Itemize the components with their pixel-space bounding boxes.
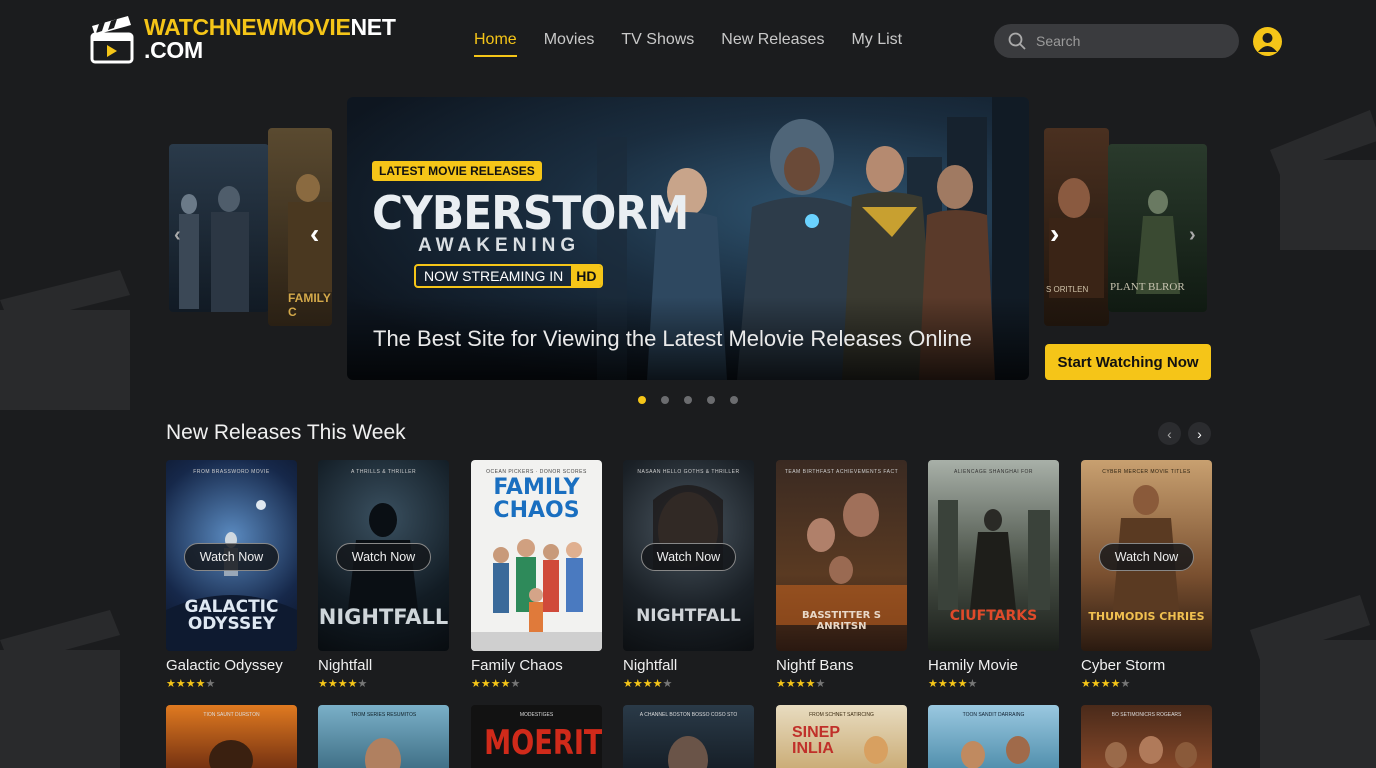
section-title: New Releases This Week [166, 421, 406, 444]
site-logo[interactable]: WATCHNEWMOVIENET .COM [90, 14, 396, 64]
movie-poster[interactable]: MODESTIGES MOERITH [471, 705, 602, 768]
user-avatar[interactable] [1253, 27, 1282, 56]
poster-credit: MODESTIGES [519, 712, 554, 718]
carousel-dot-2[interactable] [661, 396, 669, 404]
hd-label: HD [571, 266, 602, 286]
section-next-button[interactable]: › [1188, 422, 1211, 445]
start-watching-button[interactable]: Start Watching Now [1045, 344, 1211, 380]
rating-stars: ★★★★★ [1081, 678, 1131, 690]
nav-tv-shows[interactable]: TV Shows [621, 31, 694, 57]
watch-now-button[interactable]: Watch Now [184, 543, 279, 571]
nav-movies[interactable]: Movies [544, 31, 595, 57]
hero-title: CYBERSTORM [372, 186, 689, 240]
chevron-left-small-icon[interactable]: ‹ [174, 224, 181, 247]
nav-new-releases[interactable]: New Releases [721, 31, 824, 57]
movie-card[interactable]: A THRILLS & THRILLER NIGHTFALL Watch Now… [318, 460, 449, 690]
carousel-dot-4[interactable] [707, 396, 715, 404]
rating-stars: ★★★★★ [471, 678, 521, 690]
clapper-decoration-icon [1250, 595, 1376, 768]
search-input[interactable] [1036, 33, 1216, 49]
nav-my-list[interactable]: My List [851, 31, 902, 57]
hero-next-arrow-icon[interactable]: › [1050, 218, 1059, 250]
main-nav: Home Movies TV Shows New Releases My Lis… [474, 31, 902, 57]
movie-poster[interactable]: TION SAUNT DURSTON [166, 705, 297, 768]
carousel-dot-3[interactable] [684, 396, 692, 404]
latest-releases-badge: LATEST MOVIE RELEASES [372, 161, 542, 181]
movie-title: Cyber Storm [1081, 657, 1166, 674]
movie-card[interactable]: FROM BRASSWORD MOVIE GALACTIC ODYSSEY Wa… [166, 460, 297, 690]
poster-title: CIUFTARKS [949, 608, 1038, 624]
movie-title: Nightfall [623, 657, 678, 674]
movie-card[interactable]: OCEAN PICKERS · DONOR SCORES FAMILY CHAO… [471, 460, 602, 690]
movie-title: Family Chaos [471, 657, 563, 674]
carousel-dot-5[interactable] [730, 396, 738, 404]
rating-stars: ★★★★★ [928, 678, 978, 690]
movie-poster[interactable]: FROM BRASSWORD MOVIE GALACTIC ODYSSEY Wa… [166, 460, 297, 651]
top-bar: WATCHNEWMOVIENET .COM Home Movies TV Sho… [0, 0, 1376, 82]
poster-title: NIGHTFALL [318, 605, 449, 629]
side-poster-title: FAMILY C [288, 291, 331, 319]
movie-poster[interactable]: ALIENCAGE SHANGHAI FOR CIUFTARKS [928, 460, 1059, 651]
poster-title: MOERITH [484, 723, 602, 763]
streaming-hd-badge: NOW STREAMING IN HD [414, 264, 604, 288]
rating-stars: ★★★★★ [166, 678, 216, 690]
clapper-decoration-icon [0, 610, 120, 768]
movie-title: Hamily Movie [928, 657, 1019, 674]
chevron-right-icon: › [1197, 425, 1202, 442]
carousel-dots [638, 396, 738, 404]
movie-card[interactable]: ALIENCAGE SHANGHAI FOR CIUFTARKS Hamily … [928, 460, 1059, 690]
movie-title: Nightfall [318, 657, 373, 674]
clapperboard-logo-icon [90, 16, 134, 64]
section-prev-button[interactable]: ‹ [1158, 422, 1181, 445]
movie-poster[interactable]: OCEAN PICKERS · DONOR SCORES FAMILY CHAO… [471, 460, 602, 651]
streaming-label: NOW STREAMING IN [424, 268, 564, 284]
movie-poster[interactable]: CYBER MERCER MOVIE TITLES THUMODIS CHRIE… [1081, 460, 1212, 651]
side-poster-title: PLANT BLROR [1110, 281, 1185, 293]
carousel-dot-1[interactable] [638, 396, 646, 404]
movie-poster[interactable]: NASAAN HELLO GOTHS & THRILLER NIGHTFALL … [623, 460, 754, 651]
hero-side-poster-left-2[interactable] [169, 144, 269, 312]
clapper-decoration-icon [0, 270, 130, 410]
movie-poster[interactable]: FROM SCHNET SATIRCING SINEP INLIA [776, 705, 907, 768]
movie-card[interactable]: TEAM BIRTHFAST ACHIEVEMENTS FACT BASSTIT… [776, 460, 907, 690]
hero-tagline: The Best Site for Viewing the Latest Mel… [373, 326, 972, 351]
user-icon [1258, 33, 1277, 52]
hero-prev-arrow-icon[interactable]: ‹ [310, 218, 319, 250]
movie-poster[interactable]: TOON SANDIT DARRAING [928, 705, 1059, 768]
logo-word-com: .COM [144, 37, 203, 63]
chevron-left-icon: ‹ [1167, 425, 1172, 442]
movie-poster[interactable]: TROM SERIES RESUMITOS [318, 705, 449, 768]
side-poster-title: S ORITLEN [1046, 285, 1089, 294]
hero-side-poster-left-1[interactable]: FAMILY C [268, 128, 332, 326]
movie-poster[interactable]: BO SETIMONICRS ROGEARS [1081, 705, 1212, 768]
poster-title: GALACTIC ODYSSEY [184, 597, 279, 634]
poster-title: NIGHTFALL [636, 606, 741, 626]
poster-title: BASSTITTER S ANRITSN [802, 610, 881, 632]
search-box[interactable] [994, 24, 1239, 58]
rating-stars: ★★★★★ [623, 678, 673, 690]
movie-title: Nightf Bans [776, 657, 854, 674]
search-icon [1008, 32, 1026, 50]
rating-stars: ★★★★★ [776, 678, 826, 690]
clapper-decoration-icon [1270, 110, 1376, 250]
watch-now-button[interactable]: Watch Now [1099, 543, 1194, 571]
watch-now-button[interactable]: Watch Now [336, 543, 431, 571]
watch-now-button[interactable]: Watch Now [641, 543, 736, 571]
movie-poster[interactable]: A THRILLS & THRILLER NIGHTFALL Watch Now [318, 460, 449, 651]
movie-poster[interactable]: A CHANNEL BOSTON BOSSO COSO STO [623, 705, 754, 768]
chevron-right-small-icon[interactable]: › [1189, 224, 1196, 247]
movie-card[interactable]: NASAAN HELLO GOTHS & THRILLER NIGHTFALL … [623, 460, 754, 690]
rating-stars: ★★★★★ [318, 678, 368, 690]
logo-text: WATCHNEWMOVIENET .COM [144, 16, 396, 62]
nav-home[interactable]: Home [474, 31, 517, 57]
logo-word-net: NET [350, 14, 396, 40]
movie-poster[interactable]: TEAM BIRTHFAST ACHIEVEMENTS FACT BASSTIT… [776, 460, 907, 651]
poster-title: THUMODIS CHRIES [1088, 610, 1205, 623]
hero-subtitle: AWAKENING [418, 235, 581, 256]
movie-title: Galactic Odyssey [166, 657, 283, 674]
movie-card[interactable]: CYBER MERCER MOVIE TITLES THUMODIS CHRIE… [1081, 460, 1212, 690]
